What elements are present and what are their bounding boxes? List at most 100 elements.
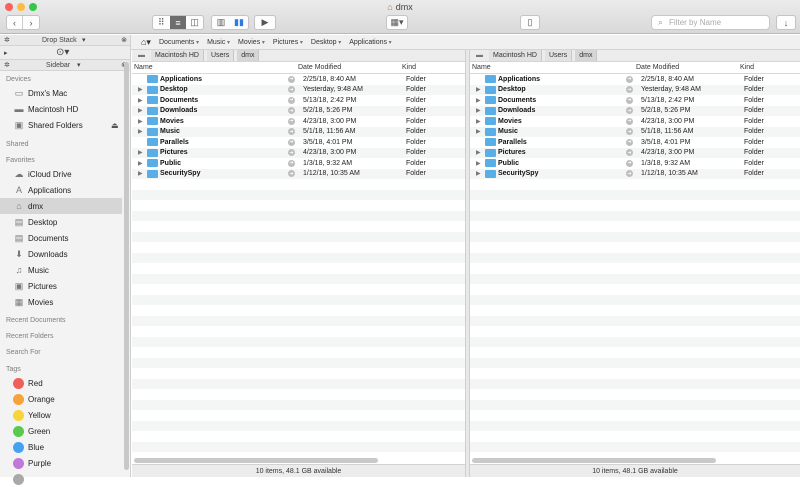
path-segment[interactable]: dmx — [237, 50, 260, 61]
cover-flow-icon[interactable]: ▥ — [212, 16, 230, 29]
drop-stack-header[interactable]: ✲ Drop Stack ▾ ⊗ — [0, 35, 130, 46]
favbar-applications[interactable]: Applications — [349, 39, 391, 46]
horizontal-scrollbar[interactable] — [472, 458, 716, 463]
arrow-icon[interactable]: ➜ — [626, 159, 633, 167]
column-kind-header[interactable]: Kind — [402, 64, 416, 71]
file-row[interactable]: ▶ SecuritySpy ➜ 1/12/18, 10:35 AM Folder — [132, 168, 465, 179]
sidebar-item-movies[interactable]: ▦ Movies — [0, 294, 122, 310]
arrow-icon[interactable]: ➜ — [288, 86, 295, 94]
recent-folders-header[interactable]: Recent Folders — [0, 333, 53, 340]
arrow-icon[interactable]: ➜ — [288, 117, 295, 125]
gear-icon[interactable]: ⊙▾ — [56, 47, 69, 58]
new-file-button[interactable]: ▯ — [520, 15, 540, 30]
tag-orange[interactable]: Orange — [0, 391, 122, 407]
tag-gray[interactable] — [0, 471, 122, 487]
file-row[interactable]: ▶ Movies ➜ 4/23/18, 3:00 PM Folder — [132, 116, 465, 127]
arrow-icon[interactable]: ➜ — [288, 138, 295, 146]
search-for-header[interactable]: Search For — [0, 349, 41, 356]
tag-green[interactable]: Green — [0, 423, 122, 439]
forward-button[interactable]: › — [23, 16, 39, 29]
sidebar-item-desktop[interactable]: ▤ Desktop — [0, 214, 122, 230]
arrow-icon[interactable]: ➜ — [288, 107, 295, 115]
arrow-icon[interactable]: ➜ — [626, 96, 633, 104]
sidebar-scrollbar[interactable] — [124, 62, 129, 470]
sidebar-item-shared-folders[interactable]: ▣ Shared Folders ⏏ — [0, 117, 122, 133]
column-name-header[interactable]: Name — [134, 64, 153, 71]
column-kind-header[interactable]: Kind — [740, 64, 754, 71]
sidebar-item-macintosh-hd[interactable]: ▬ Macintosh HD — [0, 101, 122, 117]
arrow-icon[interactable]: ➜ — [626, 117, 633, 125]
path-segment[interactable]: Users — [206, 50, 235, 61]
arrow-icon[interactable]: ➜ — [288, 149, 295, 157]
list-view-icon[interactable]: ≡ — [169, 16, 187, 29]
disclosure-triangle-icon[interactable]: ▶ — [138, 107, 143, 114]
path-segment[interactable]: Macintosh HD — [151, 50, 204, 61]
recent-documents-header[interactable]: Recent Documents — [0, 317, 66, 324]
file-row[interactable]: Parallels ➜ 3/5/18, 4:01 PM Folder — [132, 137, 465, 148]
file-row[interactable]: ▶ Documents ➜ 5/13/18, 2:42 PM Folder — [470, 95, 800, 106]
sidebar-header[interactable]: ✲Sidebar▾⊗ — [0, 60, 130, 71]
disclosure-triangle-icon[interactable]: ▶ — [138, 160, 143, 167]
disclosure-triangle-icon[interactable]: ▶ — [476, 128, 481, 135]
close-icon[interactable]: ⊗ — [121, 36, 127, 44]
sidebar-item-downloads[interactable]: ⬇ Downloads — [0, 246, 122, 262]
path-segment[interactable]: Users — [544, 50, 573, 61]
action-menu-button[interactable]: ▦▾ — [386, 15, 408, 30]
column-date-header[interactable]: Date Modified — [298, 64, 341, 71]
favbar-movies[interactable]: Movies — [238, 39, 265, 46]
arrow-icon[interactable]: ➜ — [626, 149, 633, 157]
disclosure-triangle-icon[interactable]: ▶ — [138, 86, 143, 93]
arrow-icon[interactable]: ➜ — [288, 159, 295, 167]
disclosure-triangle-icon[interactable]: ▶ — [476, 118, 481, 125]
download-button[interactable]: ↓ — [776, 15, 796, 30]
drive-icon[interactable]: ▬ — [476, 52, 483, 59]
sidebar-item-dmx-mac[interactable]: ▭ Dmx's Mac — [0, 85, 122, 101]
favbar-desktop[interactable]: Desktop — [311, 39, 341, 46]
sidebar-item-music[interactable]: ♫ Music — [0, 262, 122, 278]
file-row[interactable]: ▶ Downloads ➜ 5/2/18, 5:26 PM Folder — [470, 105, 800, 116]
file-row[interactable]: ▶ Downloads ➜ 5/2/18, 5:26 PM Folder — [132, 105, 465, 116]
tag-purple[interactable]: Purple — [0, 455, 122, 471]
arrow-icon[interactable]: ➜ — [626, 86, 633, 94]
disclosure-triangle-icon[interactable]: ▶ — [476, 149, 481, 156]
arrow-icon[interactable]: ➜ — [626, 107, 633, 115]
file-row[interactable]: ▶ Pictures ➜ 4/23/18, 3:00 PM Folder — [470, 147, 800, 158]
disclosure-triangle-icon[interactable]: ▶ — [138, 128, 143, 135]
file-row[interactable]: ▶ Desktop ➜ Yesterday, 9:48 AM Folder — [132, 84, 465, 95]
file-row[interactable]: ▶ Desktop ➜ Yesterday, 9:48 AM Folder — [470, 84, 800, 95]
arrow-icon[interactable]: ➜ — [288, 128, 295, 136]
tag-blue[interactable]: Blue — [0, 439, 122, 455]
file-row[interactable]: Applications ➜ 2/25/18, 8:40 AM Folder — [132, 74, 465, 85]
arrow-icon[interactable]: ➜ — [626, 128, 633, 136]
sidebar-item-dmx[interactable]: ⌂ dmx — [0, 198, 122, 214]
disclosure-triangle-icon[interactable]: ▶ — [138, 97, 143, 104]
path-segment[interactable]: dmx — [575, 50, 598, 61]
quick-look-button[interactable]: ▶ — [254, 15, 276, 30]
arrow-icon[interactable]: ➜ — [626, 138, 633, 146]
drop-stack-area[interactable]: ▸ ⊙▾ — [0, 46, 130, 60]
back-button[interactable]: ‹ — [7, 16, 24, 29]
file-row[interactable]: Parallels ➜ 3/5/18, 4:01 PM Folder — [470, 137, 800, 148]
drive-icon[interactable]: ▬ — [138, 52, 145, 59]
disclosure-triangle-icon[interactable]: ▶ — [138, 170, 143, 177]
file-row[interactable]: ▶ Documents ➜ 5/13/18, 2:42 PM Folder — [132, 95, 465, 106]
file-row[interactable]: ▶ Movies ➜ 4/23/18, 3:00 PM Folder — [470, 116, 800, 127]
file-row[interactable]: ▶ SecuritySpy ➜ 1/12/18, 10:35 AM Folder — [470, 168, 800, 179]
file-row[interactable]: ▶ Music ➜ 5/1/18, 11:56 AM Folder — [132, 126, 465, 137]
horizontal-scrollbar[interactable] — [134, 458, 378, 463]
disclosure-triangle-icon[interactable]: ▶ — [476, 170, 481, 177]
path-segment[interactable]: Macintosh HD — [489, 50, 542, 61]
sidebar-item-pictures[interactable]: ▣ Pictures — [0, 278, 122, 294]
tag-red[interactable]: Red — [0, 375, 122, 391]
sidebar-item-documents[interactable]: ▤ Documents — [0, 230, 122, 246]
file-row[interactable]: ▶ Pictures ➜ 4/23/18, 3:00 PM Folder — [132, 147, 465, 158]
file-row[interactable]: ▶ Music ➜ 5/1/18, 11:56 AM Folder — [470, 126, 800, 137]
search-input[interactable]: ⌕ Filter by Name — [651, 15, 770, 30]
icon-view-icon[interactable]: ⠿ — [153, 16, 170, 29]
arrow-icon[interactable]: ➜ — [626, 170, 633, 178]
favbar-pictures[interactable]: Pictures — [273, 39, 303, 46]
arrow-icon[interactable]: ➜ — [626, 75, 633, 83]
favbar-documents[interactable]: Documents — [159, 39, 199, 46]
file-row[interactable]: ▶ Public ➜ 1/3/18, 9:32 AM Folder — [132, 158, 465, 169]
column-date-header[interactable]: Date Modified — [636, 64, 679, 71]
